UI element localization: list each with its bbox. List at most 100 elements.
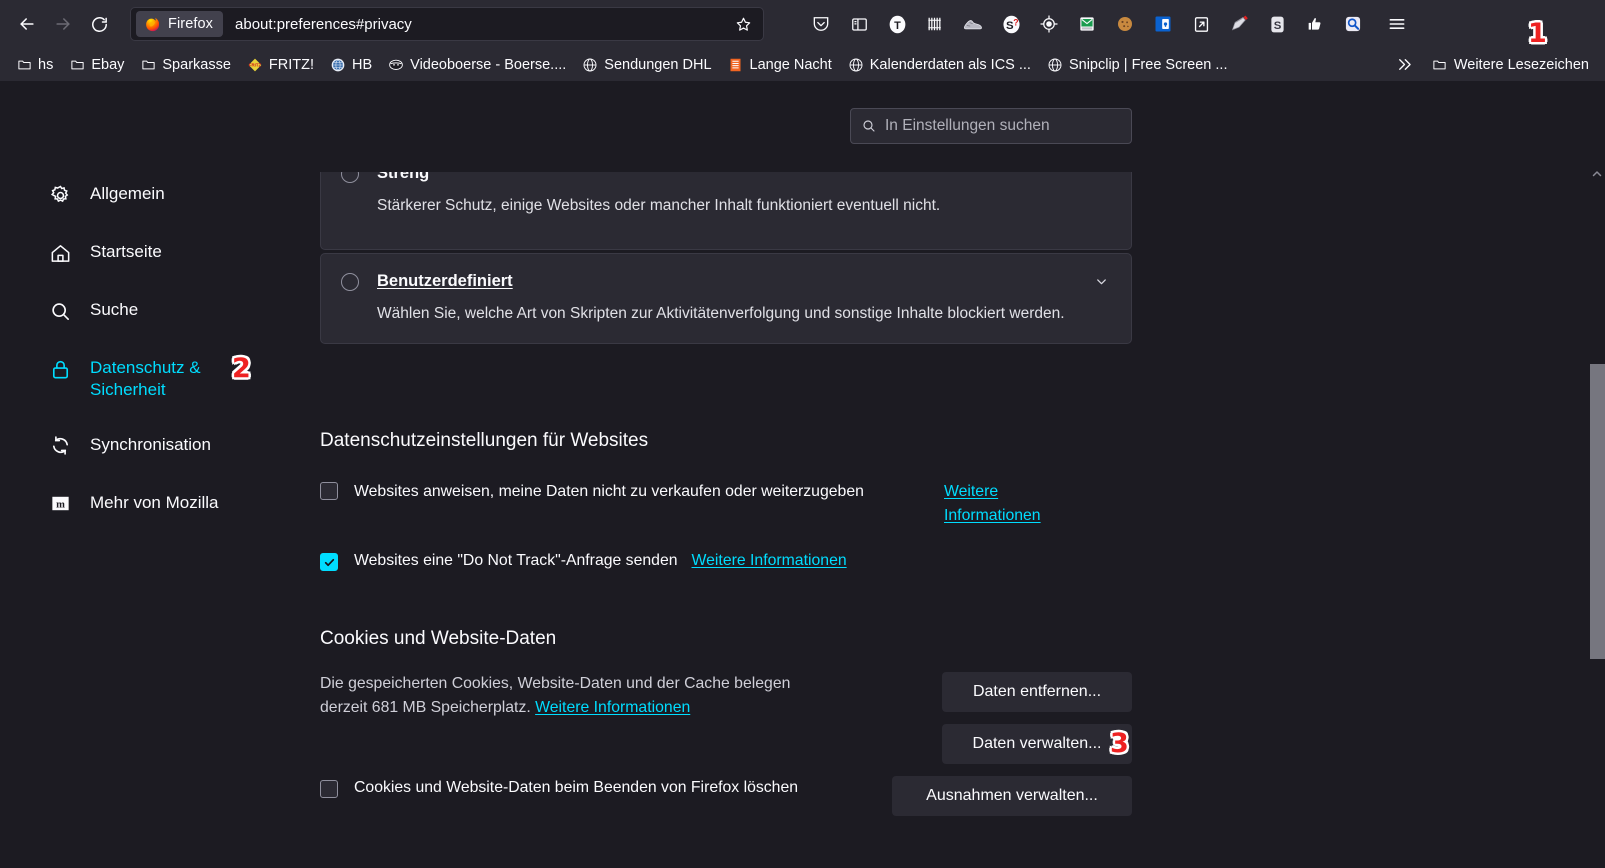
search-icon bbox=[46, 297, 74, 325]
clear-data-button-label: Daten entfernen... bbox=[972, 683, 1102, 700]
bookmark-item[interactable]: FRITZ FRITZ! bbox=[239, 52, 322, 78]
reload-button[interactable] bbox=[82, 7, 116, 41]
fritzbox-favicon: FRITZ bbox=[247, 57, 263, 73]
bookmark-label: Ebay bbox=[91, 56, 125, 73]
tracking-custom-card[interactable]: Benutzerdefiniert Wählen Sie, welche Art… bbox=[320, 253, 1132, 344]
extension-cookie-icon[interactable] bbox=[1106, 6, 1144, 42]
dnt-label[interactable]: Websites eine "Do Not Track"-Anfrage sen… bbox=[354, 552, 678, 570]
gpc-checkbox[interactable] bbox=[320, 482, 338, 500]
url-bar[interactable]: Firefox about:preferences#privacy bbox=[130, 7, 764, 41]
custom-radio[interactable] bbox=[341, 272, 359, 291]
forward-button[interactable] bbox=[46, 7, 80, 41]
other-bookmarks-label: Weitere Lesezeichen bbox=[1453, 56, 1589, 73]
strict-title: Streng bbox=[377, 172, 430, 182]
bookmark-item[interactable]: hs bbox=[8, 52, 61, 78]
custom-header[interactable]: Benutzerdefiniert bbox=[341, 268, 1111, 291]
back-button[interactable] bbox=[10, 7, 44, 41]
extension-lockwise-icon[interactable] bbox=[1144, 6, 1182, 42]
firefox-logo-icon bbox=[146, 17, 160, 31]
custom-description: Wählen Sie, welche Art von Skripten zur … bbox=[377, 305, 1065, 322]
sidebar-item-startseite[interactable]: Startseite bbox=[42, 231, 312, 275]
manage-data-button[interactable]: Daten verwalten... bbox=[942, 724, 1132, 764]
mozilla-m-icon: m bbox=[46, 490, 74, 518]
url-text[interactable]: about:preferences#privacy bbox=[235, 16, 729, 33]
manage-exceptions-button[interactable]: Ausnahmen verwalten... bbox=[892, 776, 1132, 816]
strict-description: Stärkerer Schutz, einige Websites oder m… bbox=[377, 197, 941, 214]
cookies-section: Cookies und Website-Daten Die gespeicher… bbox=[320, 628, 1132, 816]
gpc-label[interactable]: Websites anweisen, meine Daten nicht zu … bbox=[354, 480, 864, 504]
extension-popout-icon[interactable] bbox=[1182, 6, 1220, 42]
sidebar-item-label: Allgemein bbox=[90, 184, 165, 203]
bookmark-item[interactable]: HB bbox=[322, 52, 380, 78]
search-icon bbox=[861, 118, 877, 134]
extension-t-icon[interactable]: T bbox=[878, 6, 916, 42]
tracking-strict-card[interactable]: Streng Stärkerer Schutz, einige Websites… bbox=[320, 172, 1132, 250]
dnt-learn-more-link[interactable]: Weitere Informationen bbox=[692, 552, 847, 570]
globe-favicon bbox=[1047, 57, 1063, 73]
strict-radio[interactable] bbox=[341, 172, 359, 183]
other-bookmarks-button[interactable]: Weitere Lesezeichen bbox=[1424, 52, 1597, 78]
bookmarks-toolbar: hs Ebay Sparkasse FRITZ FRITZ! HB Videob… bbox=[0, 48, 1605, 82]
clear-on-close-label[interactable]: Cookies und Website-Daten beim Beenden v… bbox=[354, 779, 798, 797]
bookmark-item[interactable]: Sparkasse bbox=[132, 52, 239, 78]
cookies-heading: Cookies und Website-Daten bbox=[320, 628, 557, 649]
pocket-icon[interactable] bbox=[802, 6, 840, 42]
annotation-marker-3: 3 bbox=[1110, 728, 1129, 759]
settings-search[interactable]: In Einstellungen suchen bbox=[850, 108, 1132, 144]
extension-search-blue-icon[interactable] bbox=[1334, 6, 1372, 42]
bookmark-item[interactable]: Snipclip | Free Screen ... bbox=[1039, 52, 1236, 78]
sidebar-item-datenschutz[interactable]: Datenschutz & Sicherheit 2 bbox=[42, 347, 312, 410]
cookies-learn-more-link[interactable]: Weitere Informationen bbox=[535, 699, 690, 716]
gpc-row: Websites anweisen, meine Daten nicht zu … bbox=[320, 480, 1132, 527]
extension-ghostery-icon[interactable]: S? bbox=[992, 6, 1030, 42]
custom-title: Benutzerdefiniert bbox=[377, 272, 513, 291]
search-input[interactable]: In Einstellungen suchen bbox=[850, 108, 1132, 144]
preferences-page: In Einstellungen suchen Allgemein Starts… bbox=[0, 83, 1605, 868]
bookmark-item[interactable]: Videoboerse - Boerse.... bbox=[380, 52, 574, 78]
chevron-down-icon[interactable] bbox=[1094, 274, 1109, 294]
globe-favicon bbox=[848, 57, 864, 73]
extension-mail-icon[interactable] bbox=[1068, 6, 1106, 42]
bookmark-item[interactable]: Sendungen DHL bbox=[574, 52, 719, 78]
svg-text:S: S bbox=[1273, 19, 1281, 31]
sidebar-item-allgemein[interactable]: Allgemein bbox=[42, 173, 312, 217]
sidebar-item-suche[interactable]: Suche bbox=[42, 289, 312, 333]
page-scrollbar[interactable] bbox=[1588, 166, 1605, 868]
preferences-sidebar: Allgemein Startseite Suche Datenschutz &… bbox=[42, 173, 312, 540]
orange-favicon bbox=[728, 57, 744, 73]
bookmark-label: Videoboerse - Boerse.... bbox=[410, 56, 567, 73]
bookmark-label: FRITZ! bbox=[268, 56, 315, 73]
star-icon[interactable] bbox=[729, 10, 757, 38]
clear-on-close-checkbox[interactable] bbox=[320, 780, 338, 798]
svg-text:T: T bbox=[894, 19, 901, 31]
bookmark-item[interactable]: Kalenderdaten als ICS ... bbox=[840, 52, 1039, 78]
custom-title-text: Benutzerdefiniert bbox=[377, 272, 513, 290]
extension-s-icon[interactable]: S bbox=[1258, 6, 1296, 42]
bookmark-item[interactable]: Lange Nacht bbox=[720, 52, 840, 78]
extension-shoe-icon[interactable] bbox=[954, 6, 992, 42]
extension-paint-icon[interactable] bbox=[1220, 6, 1258, 42]
svg-text:m: m bbox=[56, 500, 65, 511]
sidebar-icon[interactable] bbox=[840, 6, 878, 42]
extension-target-icon[interactable] bbox=[1030, 6, 1068, 42]
firefox-window: Firefox about:preferences#privacy T S ? … bbox=[0, 0, 1605, 868]
cookies-buttons: Daten entfernen... Daten verwalten... Au… bbox=[892, 672, 1132, 816]
dnt-checkbox[interactable] bbox=[320, 553, 338, 572]
sidebar-item-mehr-von-mozilla[interactable]: m Mehr von Mozilla bbox=[42, 482, 312, 526]
identity-chip[interactable]: Firefox bbox=[136, 11, 224, 37]
double-chevron-right-icon[interactable] bbox=[1385, 55, 1424, 74]
scrollbar-up-arrow[interactable] bbox=[1588, 166, 1605, 182]
extension-thumb-icon[interactable] bbox=[1296, 6, 1334, 42]
manage-exceptions-button-label: Ausnahmen verwalten... bbox=[926, 787, 1098, 804]
sidebar-item-synchronisation[interactable]: Synchronisation bbox=[42, 424, 312, 468]
clear-data-button[interactable]: Daten entfernen... bbox=[942, 672, 1132, 712]
strict-header[interactable]: Streng bbox=[341, 172, 1111, 183]
dnt-row: Websites eine "Do Not Track"-Anfrage sen… bbox=[320, 551, 1132, 572]
bookmark-item[interactable]: Ebay bbox=[61, 52, 132, 78]
gpc-learn-more-link[interactable]: Weitere Informationen bbox=[944, 480, 1084, 527]
app-menu-icon[interactable] bbox=[1378, 6, 1416, 42]
scrollbar-thumb[interactable] bbox=[1590, 364, 1605, 659]
bookmark-label: Lange Nacht bbox=[749, 56, 832, 73]
bookmark-label: hs bbox=[38, 56, 54, 73]
extension-barcode-icon[interactable] bbox=[916, 6, 954, 42]
